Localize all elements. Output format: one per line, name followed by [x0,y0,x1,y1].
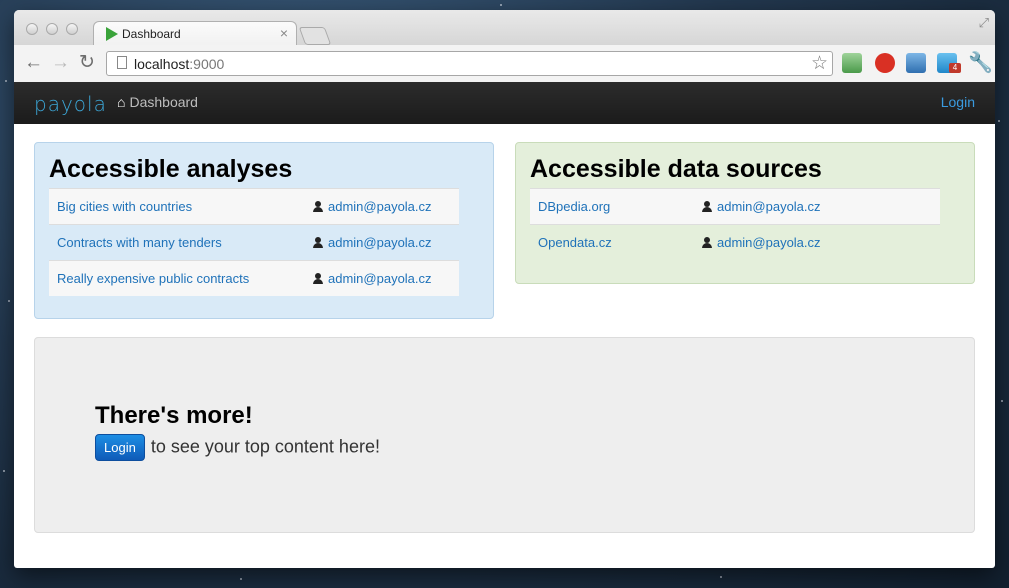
login-button[interactable]: Login [95,434,145,461]
user-icon [702,201,712,212]
mail-extension-icon[interactable]: 4 [937,53,961,73]
stop-extension-icon[interactable] [875,53,895,73]
page-icon [117,56,127,69]
owner-link[interactable]: admin@payola.cz [328,199,432,214]
back-arrow-icon[interactable]: ← [24,53,43,72]
table-row: Big cities with countries admin@payola.c… [49,188,459,225]
analysis-link[interactable]: Big cities with countries [57,199,192,214]
data-sources-heading: Accessible data sources [530,155,822,183]
accessible-data-sources-panel: Accessible data sources DBpedia.org admi… [515,142,975,284]
browser-toolbar: ← → ↻ localhost:9000 ☆ 4 🔧 [14,45,995,83]
data-source-link[interactable]: DBpedia.org [538,199,610,214]
new-tab-button[interactable] [298,27,332,45]
zoom-window-button[interactable] [66,23,78,35]
more-text: to see your top content here! [150,436,380,457]
table-row: Contracts with many tenders admin@payola… [49,224,459,261]
owner-link[interactable]: admin@payola.cz [328,235,432,250]
nav-login-link[interactable]: Login [941,94,975,110]
owner-link[interactable]: admin@payola.cz [717,235,821,250]
address-bar[interactable]: localhost:9000 ☆ [106,51,833,76]
tab-strip: Dashboard × ⤢ [14,10,995,46]
nav-dashboard-label: Dashboard [129,94,198,110]
user-icon [313,201,323,212]
tab-close-icon[interactable]: × [280,25,288,41]
browser-window: Dashboard × ⤢ ← → ↻ localhost:9000 ☆ 4 🔧… [14,10,995,568]
more-message: Login to see your top content here! [95,434,380,461]
play-favicon-icon [106,27,118,41]
more-heading: There's more! [95,402,253,429]
table-row: DBpedia.org admin@payola.cz [530,188,940,225]
analysis-link[interactable]: Contracts with many tenders [57,235,222,250]
close-window-button[interactable] [26,23,38,35]
table-row: Really expensive public contracts admin@… [49,260,459,296]
nav-dashboard-link[interactable]: ⌂ Dashboard [117,94,198,110]
owner-link[interactable]: admin@payola.cz [328,271,432,286]
data-source-link[interactable]: Opendata.cz [538,235,612,250]
analyses-heading: Accessible analyses [49,155,293,183]
screenshot-extension-icon[interactable] [906,53,926,73]
url-text: localhost:9000 [134,56,225,72]
user-icon [313,237,323,248]
app-navbar: payola ⌂ Dashboard Login [14,82,995,124]
extension-icon-1[interactable] [842,53,862,73]
more-content-panel: There's more! Login to see your top conte… [34,337,975,533]
user-icon [313,273,323,284]
tab-dashboard[interactable]: Dashboard × [93,21,297,46]
home-icon: ⌂ [117,94,126,110]
analysis-link[interactable]: Really expensive public contracts [57,271,249,286]
minimize-window-button[interactable] [46,23,58,35]
user-icon [702,237,712,248]
accessible-analyses-panel: Accessible analyses Big cities with coun… [34,142,494,319]
payola-logo[interactable]: payola [34,92,107,116]
forward-arrow-icon[interactable]: → [51,53,70,72]
table-row: Opendata.cz admin@payola.cz [530,224,940,260]
owner-link[interactable]: admin@payola.cz [717,199,821,214]
data-sources-table: DBpedia.org admin@payola.cz Opendata.cz … [530,188,940,260]
fullscreen-icon[interactable]: ⤢ [979,15,989,31]
analyses-table: Big cities with countries admin@payola.c… [49,188,459,296]
notification-badge: 4 [949,63,961,73]
reload-icon[interactable]: ↻ [79,53,95,72]
bookmark-star-icon[interactable]: ☆ [811,52,828,75]
wrench-menu-icon[interactable]: 🔧 [968,50,993,75]
tab-title: Dashboard [122,27,181,41]
